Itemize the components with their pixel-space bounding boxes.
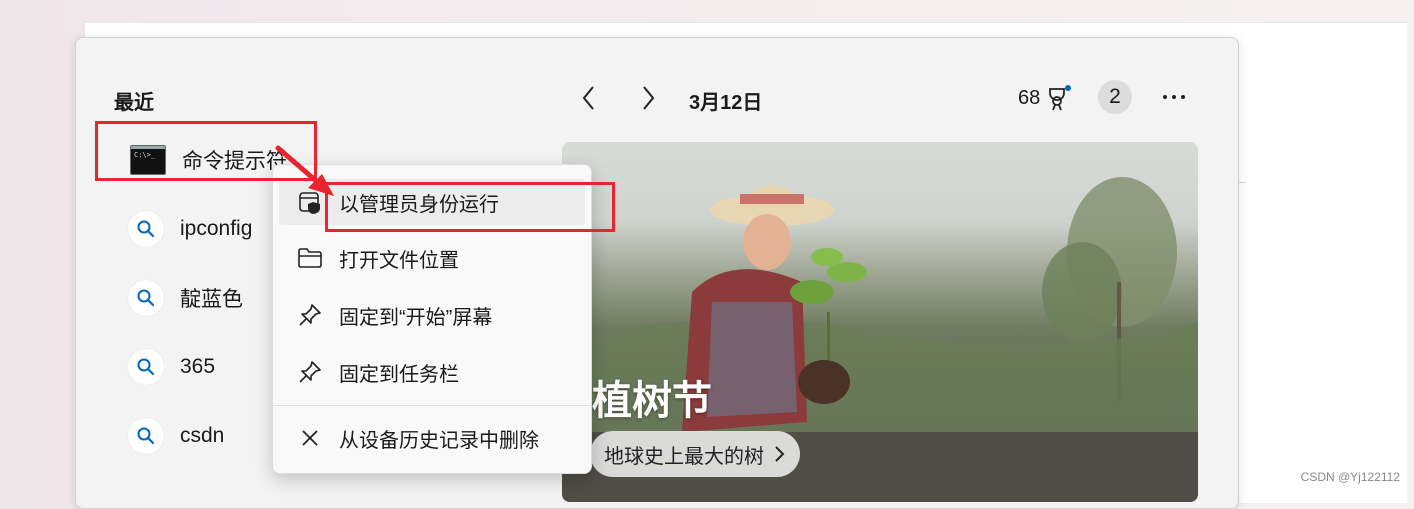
- more-options-button[interactable]: [1158, 82, 1190, 112]
- pin-icon: [293, 302, 327, 328]
- trophy-icon: [1049, 85, 1072, 111]
- more-icon: [1163, 95, 1185, 99]
- folder-icon: [293, 246, 327, 270]
- annotation-arrow-icon: [275, 145, 334, 196]
- chevron-left-icon: [582, 86, 594, 110]
- pin-icon: [293, 359, 327, 385]
- recent-item-label: 365: [180, 355, 216, 378]
- recent-item-search[interactable]: 365: [128, 347, 215, 387]
- menu-item-label: 从设备历史记录中删除: [339, 429, 539, 452]
- chevron-right-icon: [643, 86, 655, 110]
- banner-link-chip[interactable]: 地球史上最大的树: [590, 431, 800, 477]
- annotation-box-admin: [325, 182, 615, 232]
- banner-title: 植树节: [592, 379, 712, 423]
- chevron-right-icon: [775, 446, 785, 462]
- recent-item-search[interactable]: csdn: [128, 416, 224, 456]
- menu-item-label: 固定到任务栏: [339, 363, 459, 386]
- recent-item-search[interactable]: ipconfig: [128, 209, 252, 249]
- menu-item-pin-to-start[interactable]: 固定到“开始”屏幕: [279, 292, 585, 338]
- menu-item-label: 固定到“开始”屏幕: [339, 306, 493, 329]
- next-button[interactable]: [633, 82, 663, 114]
- recent-item-label: csdn: [180, 424, 225, 447]
- search-icon: [128, 418, 164, 454]
- recent-heading: 最近: [114, 92, 154, 114]
- date-label: 3月12日: [689, 92, 763, 114]
- menu-item-label: 打开文件位置: [339, 249, 459, 272]
- previous-button[interactable]: [574, 82, 604, 114]
- points-value: 68: [1018, 86, 1041, 109]
- recent-item-label: ipconfig: [180, 217, 253, 240]
- account-badge[interactable]: 2: [1098, 80, 1132, 114]
- search-icon: [128, 280, 164, 316]
- search-icon: [128, 211, 164, 247]
- menu-separator: [273, 405, 591, 406]
- menu-item-remove-from-history[interactable]: 从设备历史记录中删除: [279, 415, 585, 461]
- search-icon: [128, 349, 164, 385]
- recent-item-label: 靛蓝色: [180, 288, 243, 311]
- rewards-points[interactable]: 68: [1018, 84, 1072, 112]
- close-icon: [293, 427, 327, 449]
- watermark: CSDN @Yj122112: [1300, 470, 1400, 484]
- menu-item-pin-to-taskbar[interactable]: 固定到任务栏: [279, 349, 585, 395]
- menu-item-open-file-location[interactable]: 打开文件位置: [279, 235, 585, 281]
- banner-chip-label: 地球史上最大的树: [604, 445, 764, 468]
- highlight-banner[interactable]: 植树节 地球史上最大的树: [562, 142, 1198, 502]
- recent-item-search[interactable]: 靛蓝色: [128, 278, 243, 318]
